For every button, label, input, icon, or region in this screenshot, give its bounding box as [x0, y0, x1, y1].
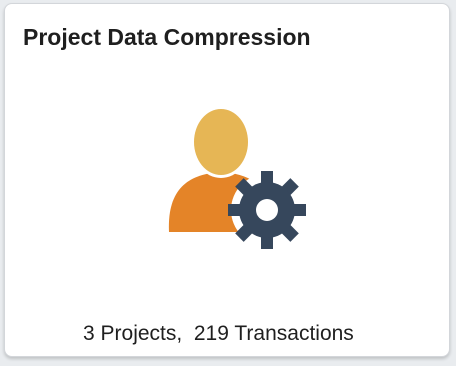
user-gear-icon [155, 102, 315, 252]
tile-title: Project Data Compression [23, 24, 311, 50]
project-data-compression-tile[interactable]: Project Data Compression 3 Projects, 219… [4, 3, 450, 357]
tile-summary: 3 Projects, 219 Transactions [83, 322, 354, 345]
